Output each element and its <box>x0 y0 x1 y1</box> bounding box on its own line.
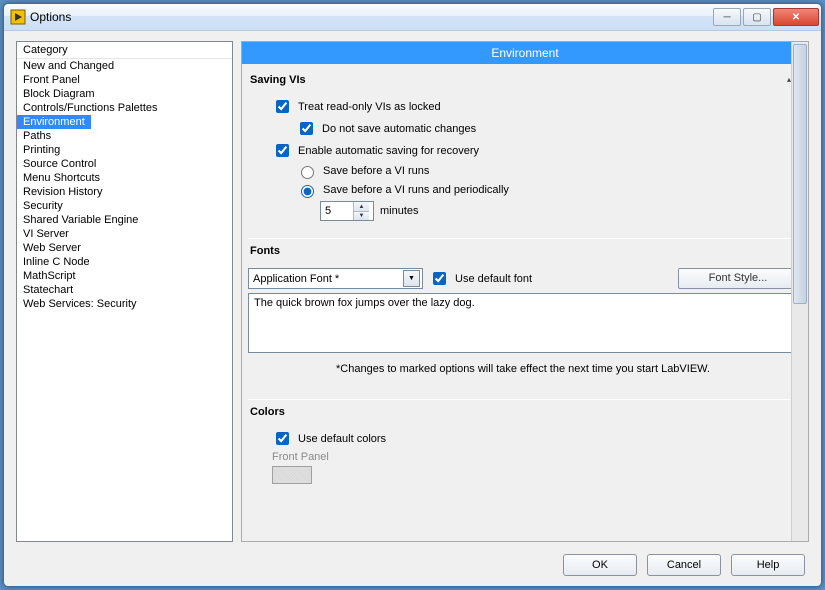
dont-save-auto-label[interactable]: Do not save automatic changes <box>322 123 476 135</box>
category-item[interactable]: Shared Variable Engine <box>17 213 232 227</box>
category-item[interactable]: MathScript <box>17 269 232 283</box>
maximize-button[interactable]: ▢ <box>743 8 771 26</box>
minimize-button[interactable]: ─ <box>713 8 741 26</box>
minutes-input[interactable] <box>321 202 353 220</box>
category-item[interactable]: Web Services: Security <box>17 297 232 311</box>
save-periodic-label[interactable]: Save before a VI runs and periodically <box>323 184 509 196</box>
category-item[interactable]: Controls/Functions Palettes <box>17 101 232 115</box>
category-item[interactable]: Block Diagram <box>17 87 232 101</box>
front-panel-color-swatch <box>272 466 312 484</box>
category-item[interactable]: Revision History <box>17 185 232 199</box>
options-window: Options ─ ▢ ✕ Category New and ChangedFr… <box>3 3 822 587</box>
category-header: Category <box>17 42 232 59</box>
save-periodic-radio[interactable] <box>301 185 314 198</box>
titlebar[interactable]: Options ─ ▢ ✕ <box>4 4 821 31</box>
category-item[interactable]: Front Panel <box>17 73 232 87</box>
font-combo-value: Application Font * <box>253 273 403 285</box>
front-panel-color-label: Front Panel <box>272 451 329 463</box>
category-item[interactable]: Source Control <box>17 157 232 171</box>
page-banner: Environment <box>242 42 808 64</box>
saving-section-title: Saving VIs <box>250 74 306 86</box>
settings-panel: Environment Saving VIs ▴ Treat read-only… <box>241 41 809 542</box>
category-item[interactable]: Inline C Node <box>17 255 232 269</box>
enable-recovery-checkbox[interactable] <box>276 144 289 157</box>
chevron-down-icon[interactable]: ▼ <box>403 270 420 287</box>
treat-readonly-label[interactable]: Treat read-only VIs as locked <box>298 101 441 113</box>
fonts-note: *Changes to marked options will take eff… <box>248 363 798 375</box>
app-icon <box>10 9 26 25</box>
category-item[interactable]: Printing <box>17 143 232 157</box>
category-item[interactable]: Statechart <box>17 283 232 297</box>
category-item[interactable]: Menu Shortcuts <box>17 171 232 185</box>
save-before-run-radio[interactable] <box>301 166 314 179</box>
ok-button[interactable]: OK <box>563 554 637 576</box>
category-list[interactable]: New and ChangedFront PanelBlock DiagramC… <box>17 59 232 541</box>
category-item[interactable]: VI Server <box>17 227 232 241</box>
category-panel: Category New and ChangedFront PanelBlock… <box>16 41 233 542</box>
spinner-up-icon[interactable]: ▲ <box>354 202 369 211</box>
treat-readonly-checkbox[interactable] <box>276 100 289 113</box>
save-before-run-label[interactable]: Save before a VI runs <box>323 165 429 177</box>
dialog-buttons: OK Cancel Help <box>563 554 805 576</box>
category-item[interactable]: Environment <box>17 115 91 129</box>
font-style-button[interactable]: Font Style... <box>678 268 798 289</box>
minutes-spinner[interactable]: ▲ ▼ <box>320 201 374 221</box>
use-default-font-label[interactable]: Use default font <box>455 273 532 285</box>
font-preview: The quick brown fox jumps over the lazy … <box>248 293 798 353</box>
category-item[interactable]: New and Changed <box>17 59 232 73</box>
use-default-colors-label[interactable]: Use default colors <box>298 433 386 445</box>
category-item[interactable]: Security <box>17 199 232 213</box>
font-combo[interactable]: Application Font * ▼ <box>248 268 423 289</box>
category-item[interactable]: Paths <box>17 129 232 143</box>
scrollbar-thumb[interactable] <box>793 44 807 304</box>
dont-save-auto-checkbox[interactable] <box>300 122 313 135</box>
spinner-down-icon[interactable]: ▼ <box>354 211 369 220</box>
help-button[interactable]: Help <box>731 554 805 576</box>
use-default-font-checkbox[interactable] <box>433 272 446 285</box>
close-button[interactable]: ✕ <box>773 8 819 26</box>
cancel-button[interactable]: Cancel <box>647 554 721 576</box>
minutes-unit-label: minutes <box>380 205 419 217</box>
vertical-scrollbar[interactable] <box>791 42 808 541</box>
use-default-colors-checkbox[interactable] <box>276 432 289 445</box>
enable-recovery-label[interactable]: Enable automatic saving for recovery <box>298 145 479 157</box>
fonts-section-title: Fonts <box>250 245 798 257</box>
colors-section-title: Colors <box>250 406 798 418</box>
window-title: Options <box>30 10 713 24</box>
category-item[interactable]: Web Server <box>17 241 232 255</box>
